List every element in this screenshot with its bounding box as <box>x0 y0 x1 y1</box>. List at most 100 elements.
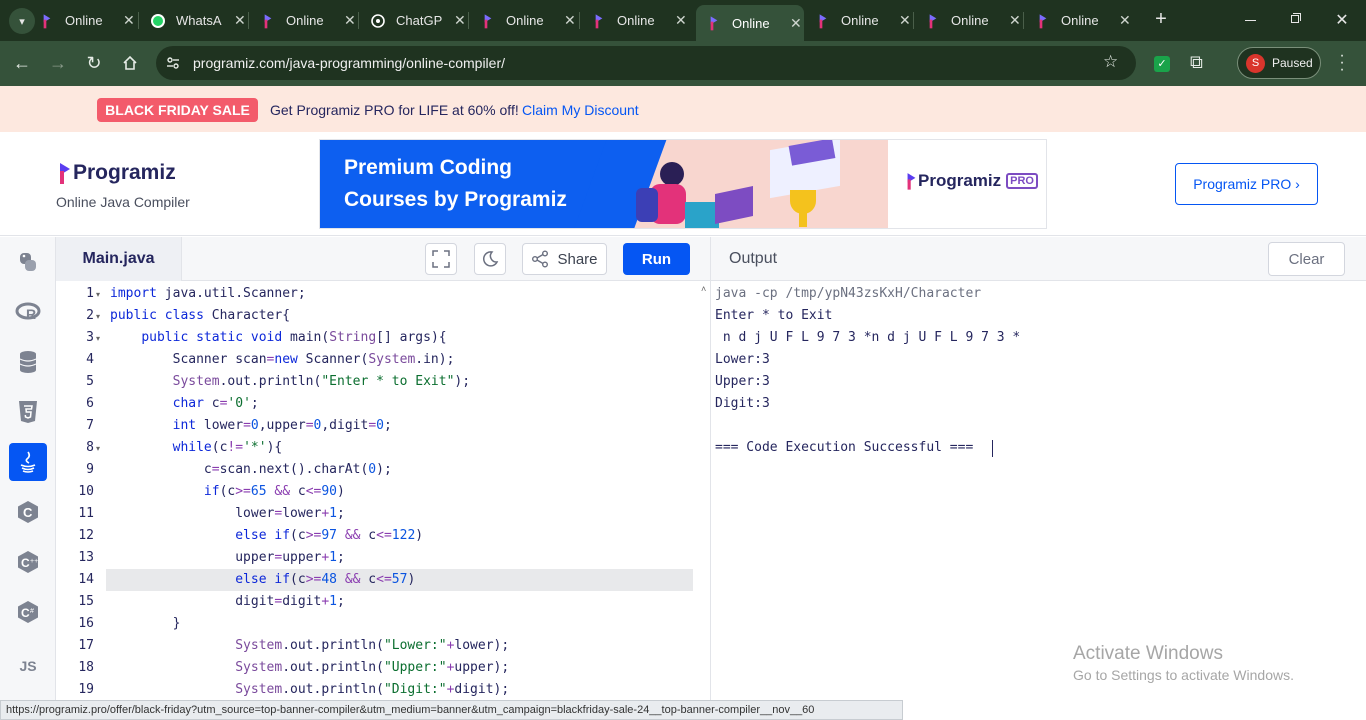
tab-title: Online <box>951 13 989 28</box>
text-cursor <box>992 440 993 457</box>
code-line[interactable]: int lower=0,upper=0,digit=0; <box>110 418 392 433</box>
browser-tab[interactable]: Online ✕ <box>696 5 804 41</box>
svg-text:R: R <box>26 306 36 322</box>
site-info-icon[interactable] <box>165 55 181 71</box>
back-button[interactable]: ← <box>10 51 34 75</box>
claim-discount-link[interactable]: Claim My Discount <box>522 102 639 118</box>
code-line[interactable]: digit=digit+1; <box>110 594 345 609</box>
python-language-button[interactable] <box>9 243 47 281</box>
browser-tab[interactable]: Online ✕ <box>250 6 358 35</box>
compiler-subtitle: Online Java Compiler <box>56 194 190 210</box>
new-tab-button[interactable]: + <box>1150 8 1172 32</box>
programiz-icon <box>1035 13 1051 29</box>
extensions-puzzle-icon[interactable]: ⧉ <box>1190 52 1203 73</box>
code-line[interactable]: System.out.println("Upper:"+upper); <box>110 660 509 675</box>
close-tab-icon[interactable]: ✕ <box>675 12 687 29</box>
close-tab-icon[interactable]: ✕ <box>1009 12 1021 29</box>
code-line[interactable]: public class Character{ <box>110 308 290 323</box>
close-tab-icon[interactable]: ✕ <box>234 12 246 29</box>
close-tab-icon[interactable]: ✕ <box>564 12 576 29</box>
home-button[interactable] <box>118 51 142 75</box>
url-text[interactable]: programiz.com/java-programming/online-co… <box>193 55 505 71</box>
fullscreen-button[interactable] <box>425 243 457 275</box>
tab-title: Online <box>286 13 324 28</box>
output-console[interactable]: java -cp /tmp/ypN43zsKxH/Character Enter … <box>711 282 1366 700</box>
tab-separator <box>248 12 249 29</box>
close-tab-icon[interactable]: ✕ <box>123 12 135 29</box>
clear-button[interactable]: Clear <box>1268 242 1345 276</box>
programiz-pro-button[interactable]: Programiz PRO › <box>1175 163 1318 205</box>
code-line[interactable]: lower=lower+1; <box>110 506 345 521</box>
close-tab-icon[interactable]: ✕ <box>454 12 466 29</box>
code-line[interactable]: } <box>110 616 181 631</box>
fold-arrow-icon[interactable]: ▾ <box>96 334 100 343</box>
extension-green-icon[interactable]: ✓ <box>1154 56 1170 72</box>
database-icon <box>19 351 37 373</box>
html-language-button[interactable] <box>9 393 47 431</box>
chevron-down-icon: ▾ <box>19 15 25 28</box>
code-line[interactable]: public static void main(String[] args){ <box>110 330 446 345</box>
close-tab-icon[interactable]: ✕ <box>1119 12 1131 29</box>
fold-arrow-icon[interactable]: ▾ <box>96 290 100 299</box>
cpp-language-button[interactable]: C ++ <box>9 543 47 581</box>
restore-button[interactable] <box>1291 13 1302 24</box>
code-line[interactable]: Scanner scan=new Scanner(System.in); <box>110 352 455 367</box>
sql-language-button[interactable] <box>9 343 47 381</box>
code-editor[interactable]: 1 ▾ import java.util.Scanner; 2 ▾ public clas… <box>56 282 710 700</box>
code-line[interactable]: while(c!='*'){ <box>110 440 283 455</box>
ad-banner[interactable]: Premium Coding Courses by Programiz Prog… <box>319 139 1047 229</box>
browser-tab[interactable]: Online ✕ <box>581 6 689 35</box>
browser-tab[interactable]: WhatsA ✕ <box>140 6 248 35</box>
code-line[interactable]: else if(c>=48 && c<=57) <box>110 572 415 587</box>
reload-button[interactable]: ↻ <box>82 51 106 75</box>
dark-mode-button[interactable] <box>474 243 506 275</box>
line-number: 14 <box>78 572 94 587</box>
programiz-logo[interactable]: Programiz <box>58 159 176 187</box>
share-button[interactable]: Share <box>522 243 607 275</box>
csharp-icon: C # <box>18 601 38 623</box>
sale-badge[interactable]: BLACK FRIDAY SALE <box>97 98 258 122</box>
close-tab-icon[interactable]: ✕ <box>899 12 911 29</box>
file-tab-main-java[interactable]: Main.java <box>56 237 182 281</box>
browser-tab[interactable]: Online ✕ <box>915 6 1023 35</box>
csharp-language-button[interactable]: C # <box>9 593 47 631</box>
browser-tab[interactable]: Online ✕ <box>1025 6 1133 35</box>
code-line[interactable]: else if(c>=97 && c<=122) <box>110 528 423 543</box>
profile-button[interactable]: S Paused <box>1237 47 1321 79</box>
browser-tab[interactable]: Online ✕ <box>470 6 578 35</box>
close-window-button[interactable]: ✕ <box>1334 10 1350 29</box>
browser-tab[interactable]: ChatGP ✕ <box>360 6 468 35</box>
js-language-button[interactable]: JS <box>9 647 47 685</box>
java-language-button[interactable] <box>9 443 47 481</box>
r-language-button[interactable]: R <box>9 293 47 331</box>
close-tab-icon[interactable]: ✕ <box>344 12 356 29</box>
minimize-button[interactable] <box>1245 10 1259 28</box>
code-line[interactable]: c=scan.next().charAt(0); <box>110 462 392 477</box>
browser-tab[interactable]: Online ✕ <box>805 6 913 35</box>
browser-tab[interactable]: Online ✕ <box>29 6 137 35</box>
fold-arrow-icon[interactable]: ▾ <box>96 444 100 453</box>
forward-button[interactable]: → <box>46 51 70 75</box>
fold-arrow-icon[interactable]: ▾ <box>96 312 100 321</box>
site-header: Programiz Online Java Compiler Premium C… <box>0 132 1366 236</box>
code-line[interactable]: System.out.println("Lower:"+lower); <box>110 638 509 653</box>
run-button[interactable]: Run <box>623 243 690 275</box>
output-title: Output <box>729 250 778 267</box>
code-line[interactable]: import java.util.Scanner; <box>110 286 306 301</box>
address-bar[interactable]: programiz.com/java-programming/online-co… <box>156 46 1136 80</box>
code-line[interactable]: System.out.println("Enter * to Exit"); <box>110 374 470 389</box>
code-line[interactable]: if(c>=65 && c<=90) <box>110 484 345 499</box>
output-toolbar: Output Clear <box>711 237 1366 281</box>
code-line[interactable]: upper=upper+1; <box>110 550 345 565</box>
share-icon <box>532 250 549 268</box>
line-number: 8 <box>86 440 94 455</box>
ad-title-line2: Courses by Programiz <box>344 188 567 211</box>
code-line[interactable]: char c='0'; <box>110 396 259 411</box>
tab-separator <box>358 12 359 29</box>
bookmark-star-icon[interactable]: ☆ <box>1103 52 1118 72</box>
c-language-button[interactable]: C <box>9 493 47 531</box>
python-icon <box>20 253 36 271</box>
close-tab-icon[interactable]: ✕ <box>790 15 802 32</box>
browser-menu-button[interactable]: · · · <box>1338 48 1346 78</box>
code-line[interactable]: System.out.println("Digit:"+digit); <box>110 682 509 697</box>
